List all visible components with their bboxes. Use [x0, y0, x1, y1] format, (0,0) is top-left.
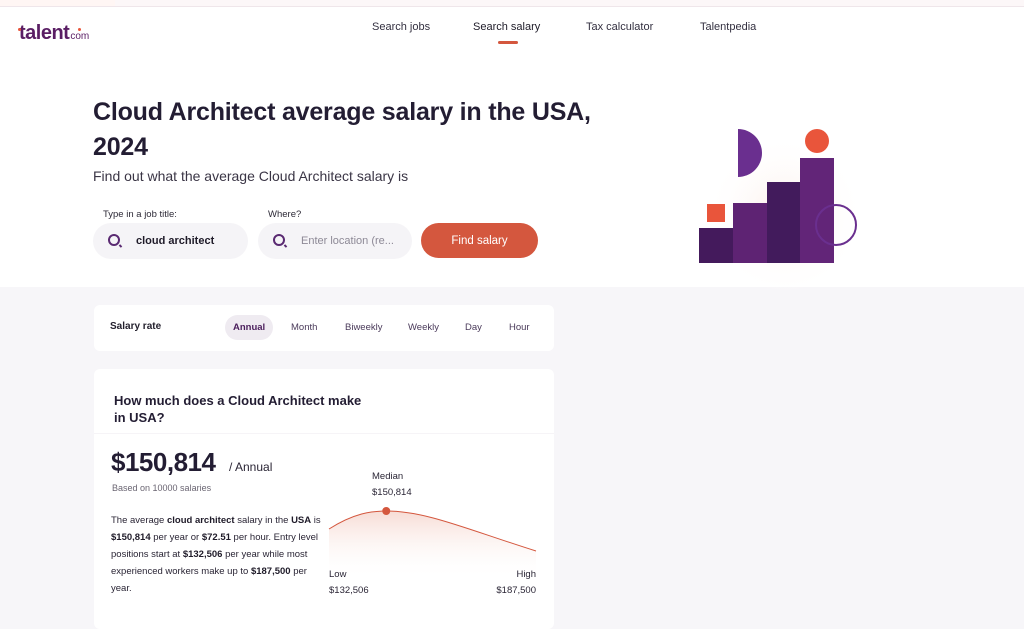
summary-heading: How much does a Cloud Architect make in … — [114, 393, 362, 425]
page-subtitle: Find out what the average Cloud Architec… — [93, 168, 409, 184]
browser-top-strip — [0, 0, 1024, 7]
step-bar-3 — [767, 182, 800, 263]
nav-tax-calculator[interactable]: Tax calculator — [586, 21, 653, 33]
salary-rate-label: Salary rate — [110, 321, 162, 332]
divider — [94, 433, 554, 434]
high-value: $187,500 — [496, 585, 536, 596]
median-marker — [382, 507, 391, 515]
rate-tab-hour[interactable]: Hour — [501, 315, 538, 340]
job-title-label: Type in a job title: — [103, 209, 177, 220]
rate-tab-annual[interactable]: Annual — [225, 315, 274, 340]
low-value: $132,506 — [329, 585, 369, 596]
step-bar-2 — [733, 203, 767, 263]
nav-search-jobs[interactable]: Search jobs — [372, 21, 430, 33]
rate-tab-day[interactable]: Day — [457, 315, 490, 340]
find-salary-button[interactable]: Find salary — [421, 223, 538, 258]
job-title-input[interactable] — [136, 235, 246, 247]
nav-search-salary[interactable]: Search salary — [473, 21, 540, 33]
salary-rate-card: Salary rate Annual Month Biweekly Weekly… — [94, 305, 554, 351]
nav-talentpedia[interactable]: Talentpedia — [700, 21, 756, 33]
main-nav: Search jobs Search salary Tax calculator… — [0, 21, 1024, 51]
rate-tab-month[interactable]: Month — [283, 315, 325, 340]
location-input[interactable] — [301, 235, 411, 247]
rate-tab-biweekly[interactable]: Biweekly — [337, 315, 391, 340]
step-bar-4 — [800, 158, 834, 263]
hero-illustration — [699, 129, 865, 290]
step-bar-1 — [699, 228, 733, 263]
salary-description: The average cloud architect salary in th… — [111, 515, 321, 594]
location-label: Where? — [268, 209, 302, 220]
browser-tab — [0, 0, 115, 6]
salary-period: / Annual — [229, 460, 273, 474]
orange-square-shape — [707, 204, 725, 222]
salary-distribution-chart: Median $150,814 Low $132,506 High $187,5… — [328, 469, 538, 599]
median-label: Median $150,814 — [372, 469, 412, 501]
salary-sample-size: Based on 10000 salaries — [112, 483, 212, 493]
location-field[interactable] — [258, 223, 412, 259]
average-salary-amount: $150,814 — [111, 447, 216, 477]
rate-tab-weekly[interactable]: Weekly — [400, 315, 447, 340]
low-label: Low $132,506 — [329, 567, 369, 599]
nav-active-indicator — [498, 41, 518, 44]
search-icon — [108, 234, 123, 248]
page-title: Cloud Architect average salary in the US… — [93, 98, 591, 161]
search-icon — [273, 234, 288, 248]
job-title-field[interactable] — [93, 223, 248, 259]
high-label: High $187,500 — [496, 567, 536, 599]
orange-circle-shape — [805, 129, 829, 153]
salary-summary-card: How much does a Cloud Architect make in … — [94, 369, 554, 629]
